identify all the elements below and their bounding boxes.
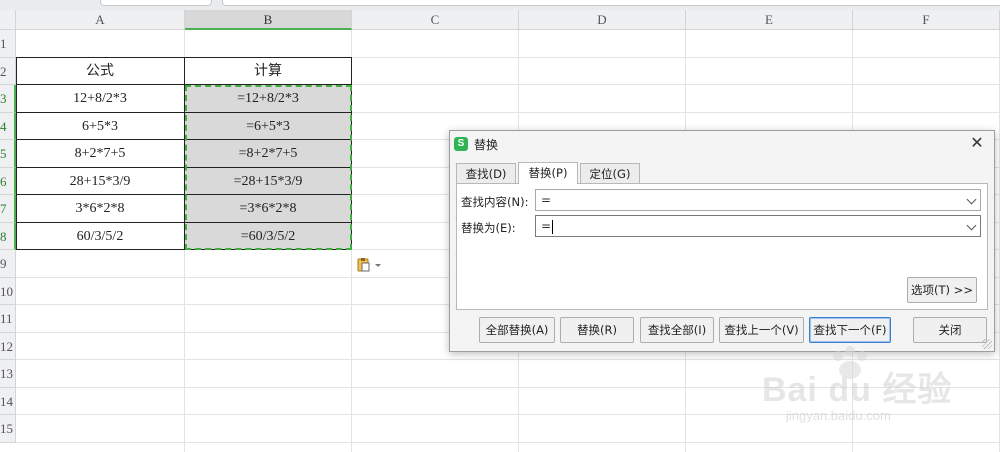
- replace-button[interactable]: 替换(R): [560, 317, 634, 343]
- row-header-3[interactable]: 3: [0, 85, 16, 113]
- workbook-tab-fragment[interactable]: [100, 0, 212, 6]
- find-value: =: [541, 193, 552, 207]
- table-header-cell[interactable]: 计算: [185, 57, 352, 85]
- find-prev-button[interactable]: 查找上一个(V): [719, 317, 804, 343]
- wps-logo-icon: S: [454, 137, 468, 151]
- table-cell-formula[interactable]: 6+5*3: [16, 112, 185, 140]
- table-cell-calc[interactable]: =8+2*7+5: [185, 140, 352, 168]
- find-combobox[interactable]: =: [535, 189, 981, 211]
- table-cell-formula[interactable]: 8+2*7+5: [16, 140, 185, 168]
- table-cell-calc[interactable]: =6+5*3: [185, 112, 352, 140]
- column-header-c[interactable]: C: [352, 10, 519, 30]
- find-all-button[interactable]: 查找全部(I): [640, 317, 714, 343]
- close-button[interactable]: 关闭: [913, 317, 987, 343]
- row-header-8[interactable]: 8: [0, 222, 16, 250]
- replace-label: 替换为(E):: [461, 221, 516, 235]
- row-header-12[interactable]: 12: [0, 332, 16, 360]
- tab-goto[interactable]: 定位(G): [580, 163, 640, 183]
- workbook-tab-fragment-2[interactable]: [222, 0, 1000, 6]
- tab-find[interactable]: 查找(D): [456, 163, 516, 183]
- replace-all-button[interactable]: 全部替换(A): [479, 317, 555, 343]
- replace-panel: 查找内容(N): = 替换为(E): = 选项(T) >>: [456, 183, 988, 310]
- dialog-title-bar[interactable]: S 替换 ✕: [450, 131, 994, 157]
- row-header-15[interactable]: 15: [0, 415, 16, 443]
- row-header-11[interactable]: 11: [0, 305, 16, 333]
- replace-value: =: [541, 219, 552, 233]
- column-header-d[interactable]: D: [519, 10, 686, 30]
- dialog-title: 替换: [474, 138, 499, 152]
- gridline-horizontal: [16, 441, 1000, 443]
- text-cursor: [552, 219, 554, 234]
- watermark-url: jingyan.baidu.com: [786, 408, 891, 423]
- column-header-b[interactable]: B: [185, 10, 352, 30]
- table-cell-calc[interactable]: =3*6*2*8: [185, 195, 352, 223]
- table-header-cell[interactable]: 公式: [16, 57, 185, 85]
- resize-grip-icon[interactable]: [982, 339, 992, 349]
- paste-options-icon[interactable]: [356, 257, 384, 273]
- table-left-border: [16, 56, 17, 250]
- table-cell-formula[interactable]: 3*6*2*8: [16, 195, 185, 223]
- chevron-down-icon[interactable]: [966, 194, 977, 205]
- close-icon[interactable]: ✕: [968, 134, 986, 152]
- row-header-5[interactable]: 5: [0, 140, 16, 168]
- tab-replace[interactable]: 替换(P): [518, 162, 578, 184]
- chevron-down-icon[interactable]: [966, 220, 977, 231]
- select-all-corner[interactable]: [0, 10, 16, 30]
- find-label: 查找内容(N):: [461, 195, 529, 209]
- table-cell-formula[interactable]: 28+15*3/9: [16, 167, 185, 195]
- table-cell-calc[interactable]: =12+8/2*3: [185, 85, 352, 113]
- replace-value-wrap: =: [541, 216, 554, 236]
- replace-combobox[interactable]: =: [535, 215, 981, 237]
- table-cell-formula[interactable]: 60/3/5/2: [16, 222, 185, 250]
- table-cell-calc[interactable]: =60/3/5/2: [185, 222, 352, 250]
- row-header-2[interactable]: 2: [0, 57, 16, 85]
- row-header-13[interactable]: 13: [0, 360, 16, 388]
- column-header-f[interactable]: F: [853, 10, 1000, 30]
- replace-dialog: S 替换 ✕ 查找(D) 替换(P) 定位(G) 查找内容(N): = 替换为(…: [449, 130, 995, 352]
- row-header-7[interactable]: 7: [0, 195, 16, 223]
- row-header-1[interactable]: 1: [0, 30, 16, 58]
- row-header-9[interactable]: 9: [0, 250, 16, 278]
- row-header-4[interactable]: 4: [0, 112, 16, 140]
- column-header-e[interactable]: E: [686, 10, 853, 30]
- options-button[interactable]: 选项(T) >>: [907, 277, 977, 303]
- table-cell-formula[interactable]: 12+8/2*3: [16, 85, 185, 113]
- find-next-button[interactable]: 查找下一个(F): [809, 317, 891, 343]
- row-header-10[interactable]: 10: [0, 277, 16, 305]
- table-cell-calc[interactable]: =28+15*3/9: [185, 167, 352, 195]
- baidu-watermark: Bai du 经验 jingyan.baidu.com: [744, 344, 964, 434]
- column-header-a[interactable]: A: [16, 10, 185, 30]
- top-strip: [0, 0, 1000, 10]
- row-header-14[interactable]: 14: [0, 387, 16, 415]
- row-header-6[interactable]: 6: [0, 167, 16, 195]
- watermark-brand: Bai du 经验: [762, 371, 953, 409]
